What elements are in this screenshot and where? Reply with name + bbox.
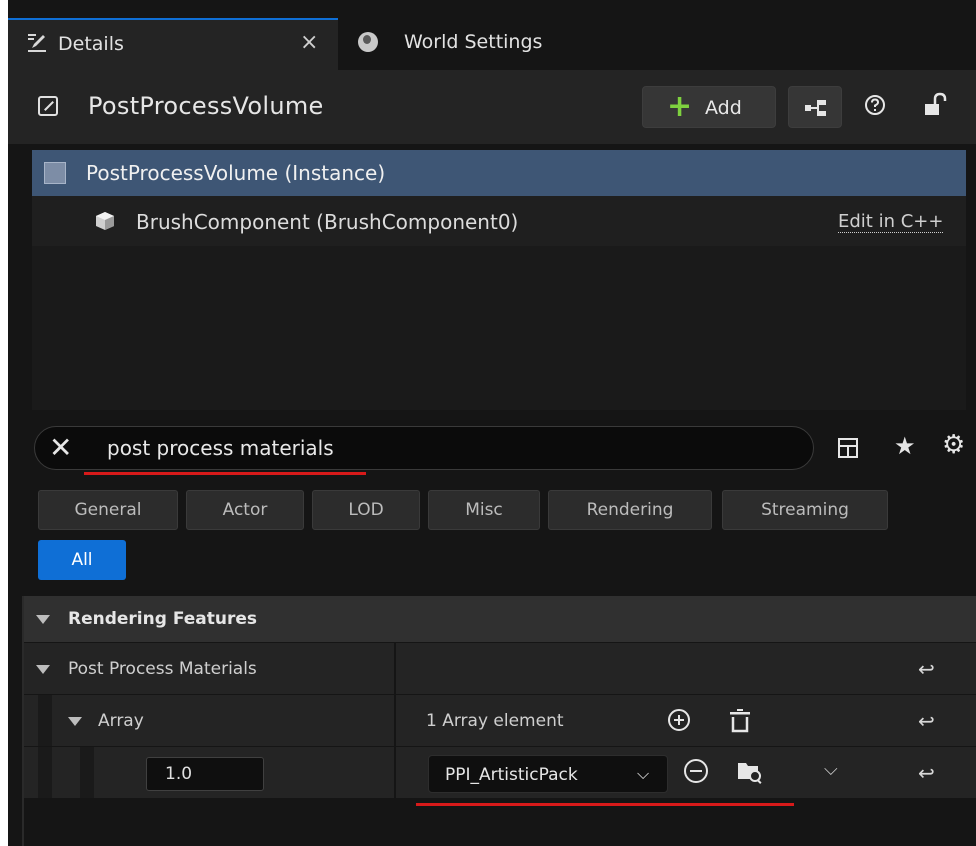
column-splitter[interactable]	[394, 747, 396, 798]
collapse-arrow-icon[interactable]	[68, 717, 82, 726]
tab-world-settings[interactable]: World Settings	[338, 18, 638, 70]
star-icon[interactable]: ★	[894, 432, 916, 460]
tab-world-label: World Settings	[404, 31, 543, 53]
details-panel: Details × World Settings PostProcessVolu…	[8, 0, 976, 846]
brush-icon	[96, 212, 114, 230]
details-header: PostProcessVolume + Add	[8, 70, 976, 144]
filter-chip-general[interactable]: General	[38, 490, 178, 530]
cube-icon	[44, 162, 66, 184]
filter-chip-rendering[interactable]: Rendering	[548, 490, 712, 530]
asset-picker[interactable]: PPI_ArtisticPack ⌵	[428, 755, 668, 793]
filter-chip-actor[interactable]: Actor	[186, 490, 304, 530]
grid-icon[interactable]	[838, 438, 858, 458]
add-element-icon[interactable]	[668, 709, 690, 731]
property-grid: Rendering Features Post Process Material…	[22, 596, 976, 846]
property-row-post-process-materials: Post Process Materials ↩	[24, 642, 976, 694]
asset-name: PPI_ArtisticPack	[445, 765, 578, 785]
collapse-arrow-icon[interactable]	[36, 615, 50, 624]
array-count: 1 Array element	[426, 711, 564, 731]
filter-chip-lod[interactable]: LOD	[312, 490, 420, 530]
filter-chip-all[interactable]: All	[38, 540, 126, 580]
search-highlight-underline	[84, 472, 366, 475]
plus-icon: +	[667, 89, 693, 124]
pencil-icon	[28, 34, 46, 52]
gear-icon[interactable]: ⚙	[942, 430, 965, 460]
asset-highlight-underline	[416, 803, 794, 806]
trash-icon[interactable]	[728, 707, 752, 735]
property-row-array-element: 1.0 PPI_ArtisticPack ⌵ ⌵ ↩	[24, 746, 976, 806]
tab-bar: Details × World Settings	[8, 18, 976, 70]
edit-in-cpp-link[interactable]: Edit in C++	[838, 212, 944, 233]
search-text: post process materials	[107, 436, 334, 460]
category-rendering-features[interactable]: Rendering Features	[24, 596, 976, 642]
property-name: Array	[98, 711, 144, 731]
component-tree: PostProcessVolume (Instance) BrushCompon…	[32, 150, 966, 410]
blueprint-icon	[805, 100, 826, 116]
add-component-button[interactable]: + Add	[642, 86, 776, 128]
tree-row-instance[interactable]: PostProcessVolume (Instance)	[32, 150, 966, 196]
globe-icon	[358, 32, 378, 52]
reset-icon[interactable]: ↩	[918, 657, 935, 681]
column-splitter[interactable]	[394, 695, 396, 746]
reset-icon[interactable]: ↩	[918, 761, 935, 785]
tab-details[interactable]: Details ×	[8, 18, 338, 70]
lock-icon[interactable]	[922, 92, 948, 118]
add-button-label: Add	[705, 97, 742, 119]
clear-icon[interactable]: ✕	[49, 431, 72, 464]
tab-details-label: Details	[58, 33, 124, 55]
brush-component-label: BrushComponent (BrushComponent0)	[136, 210, 519, 234]
column-splitter[interactable]	[394, 643, 396, 694]
property-name: Post Process Materials	[68, 659, 257, 679]
category-label: Rendering Features	[68, 609, 258, 629]
blueprint-button[interactable]	[788, 86, 842, 128]
filter-chip-streaming[interactable]: Streaming	[722, 490, 888, 530]
weight-input[interactable]: 1.0	[146, 757, 264, 791]
chevron-down-icon[interactable]: ⌵	[824, 759, 838, 780]
reset-icon[interactable]: ↩	[918, 709, 935, 733]
chevron-down-icon: ⌵	[637, 764, 650, 783]
tree-row-brush-component[interactable]: BrushComponent (BrushComponent0) Edit in…	[32, 196, 966, 246]
actor-title: PostProcessVolume	[88, 92, 324, 120]
indent-guide	[38, 747, 52, 798]
indent-guide	[38, 695, 52, 746]
search-filter-area: ✕ post process materials ★ ⚙ General Act…	[8, 410, 976, 596]
indent-guide	[80, 747, 94, 798]
filter-chip-misc[interactable]: Misc	[428, 490, 540, 530]
property-row-array: Array 1 Array element ↩	[24, 694, 976, 754]
help-icon[interactable]	[864, 94, 886, 116]
use-selected-icon[interactable]	[684, 759, 708, 783]
browse-icon[interactable]	[736, 759, 764, 785]
actor-icon	[38, 96, 58, 116]
close-icon[interactable]: ×	[300, 30, 318, 55]
collapse-arrow-icon[interactable]	[36, 665, 50, 674]
app-window: Details × World Settings PostProcessVolu…	[0, 0, 976, 846]
instance-label: PostProcessVolume (Instance)	[86, 161, 386, 185]
search-input[interactable]: ✕ post process materials	[34, 426, 814, 470]
